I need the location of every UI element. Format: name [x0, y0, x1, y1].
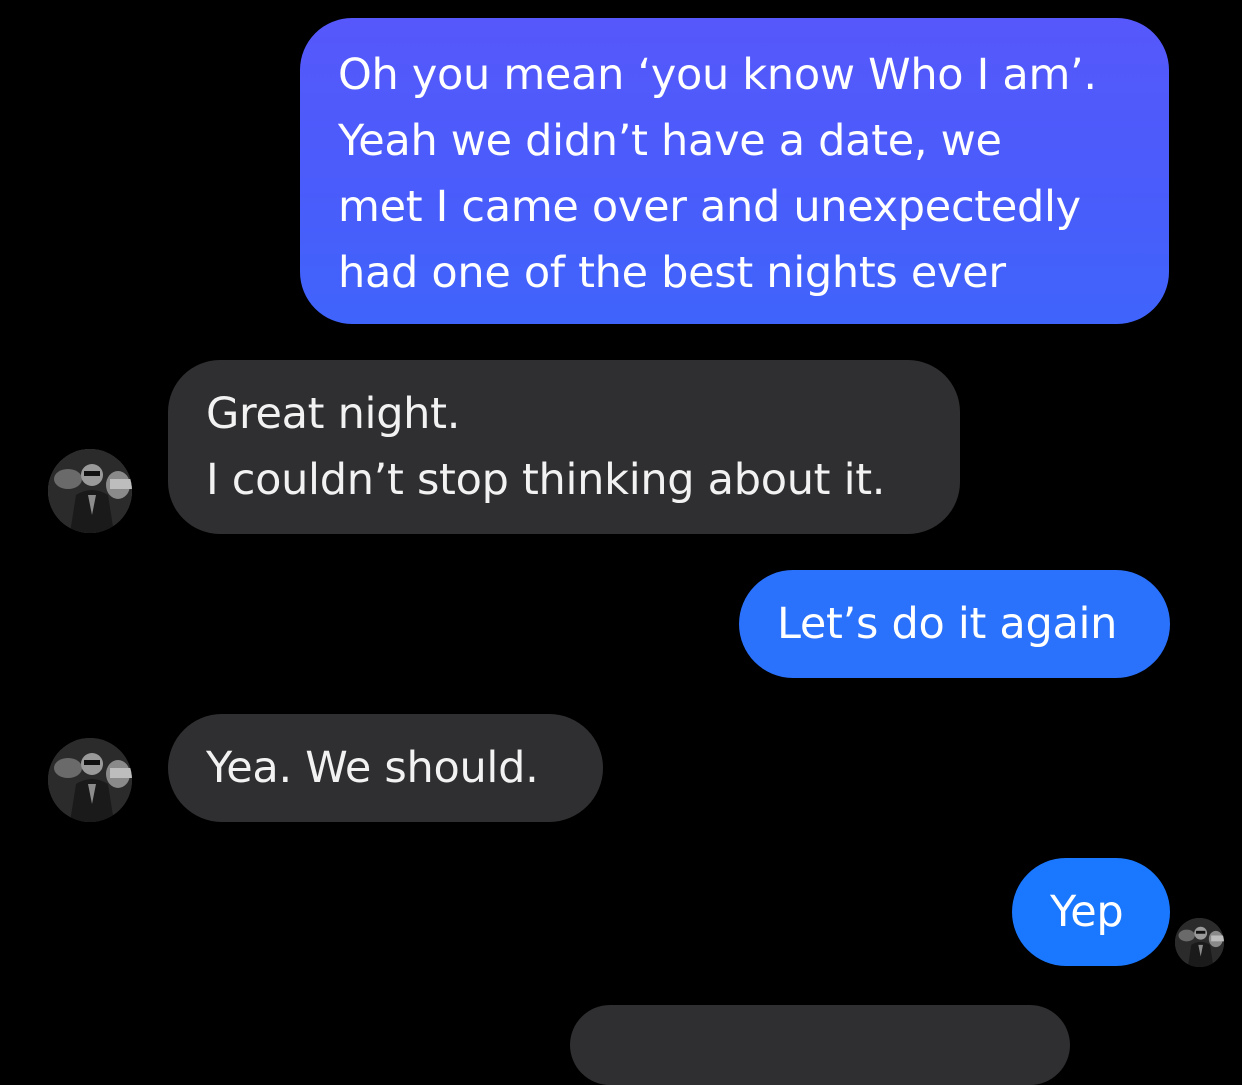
message-text-line: Oh you mean ‘you know Who I am’.	[338, 50, 1097, 100]
received-message-bubble[interactable]: Yea. We should.	[168, 714, 603, 822]
message-text-line: I couldn’t stop thinking about it.	[206, 455, 886, 505]
person-avatar-icon	[48, 738, 132, 822]
person-avatar-icon	[48, 449, 132, 533]
contact-avatar[interactable]	[48, 738, 132, 822]
message-text-line: Yep	[1050, 887, 1124, 937]
sent-message-bubble[interactable]: Oh you mean ‘you know Who I am’. Yeah we…	[300, 18, 1169, 324]
read-receipt-icon	[1175, 918, 1224, 967]
message-text-line: Let’s do it again	[777, 599, 1118, 649]
received-message-bubble[interactable]: Great night. I couldn’t stop thinking ab…	[168, 360, 960, 534]
sent-message-bubble[interactable]: Yep	[1012, 858, 1170, 966]
message-text-line: had one of the best nights ever	[338, 248, 1006, 298]
message-text-line: Yea. We should.	[206, 743, 539, 793]
sent-message-bubble[interactable]: Let’s do it again	[739, 570, 1170, 678]
read-receipt-avatar	[1175, 918, 1224, 967]
message-text-line: met I came over and unexpectedly	[338, 182, 1081, 232]
message-text-line: Yeah we didn’t have a date, we	[338, 116, 1002, 166]
contact-avatar[interactable]	[48, 449, 132, 533]
partial-message-bubble[interactable]	[570, 1005, 1070, 1085]
message-text-line: Great night.	[206, 389, 461, 439]
